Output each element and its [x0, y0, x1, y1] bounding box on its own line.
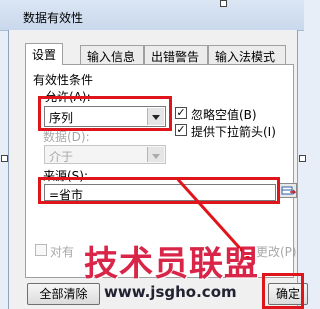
clear-all-label: 全部清除 — [39, 287, 88, 301]
selection-handle — [299, 155, 306, 162]
chevron-down-icon — [147, 147, 164, 162]
tab-error-alert[interactable]: 出错警告 — [144, 45, 208, 64]
highlight-ok-box — [262, 273, 304, 309]
data-select-value: 介于 — [49, 150, 74, 164]
highlight-source-box — [38, 177, 280, 204]
ignore-blank-checkbox[interactable]: ✓ — [175, 107, 187, 119]
apply-changes-label-end: 更改(P) — [256, 245, 297, 259]
data-select: 介于 — [44, 145, 166, 164]
watermark-url: www.jsgho.com — [104, 283, 237, 301]
tab-input-message[interactable]: 输入信息 — [80, 45, 144, 64]
highlight-allow-box — [38, 96, 172, 131]
tab-label: 出错警告 — [151, 50, 200, 64]
title-bar: 数据有效性 — [0, 0, 304, 31]
tab-label: 设置 — [32, 48, 57, 62]
tab-ime-mode[interactable]: 输入法模式 — [208, 45, 286, 64]
dialog-title: 数据有效性 — [23, 11, 84, 25]
selection-handle — [1, 155, 8, 162]
section-title: 有效性条件 — [33, 73, 94, 87]
dropdown-arrow-checkbox[interactable]: ✓ — [175, 124, 187, 136]
watermark-logo: 技术员联盟 — [84, 244, 259, 284]
apply-changes-label-start: 对有 — [50, 245, 75, 259]
tab-label: 输入法模式 — [215, 50, 276, 64]
clear-all-button[interactable]: 全部清除 — [27, 283, 100, 305]
ignore-blank-label: 忽略空值(B) — [191, 108, 257, 122]
tab-label: 输入信息 — [87, 50, 136, 64]
range-select-icon[interactable] — [279, 183, 297, 198]
apply-changes-checkbox[interactable] — [35, 244, 47, 256]
tab-settings[interactable]: 设置 — [25, 43, 64, 65]
selection-handle — [220, 0, 227, 7]
dropdown-arrow-label: 提供下拉箭头(I) — [191, 125, 276, 139]
